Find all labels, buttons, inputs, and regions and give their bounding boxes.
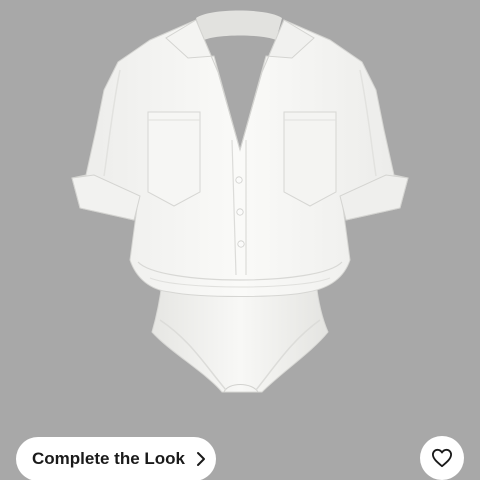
product-image[interactable] xyxy=(0,0,480,480)
complete-the-look-button[interactable]: Complete the Look xyxy=(16,437,216,480)
complete-the-look-label: Complete the Look xyxy=(32,449,186,468)
product-gallery: Complete the Look xyxy=(0,0,480,480)
heart-outline-icon xyxy=(431,448,453,468)
wishlist-button[interactable] xyxy=(420,436,464,480)
chevron-right-icon xyxy=(195,451,207,467)
